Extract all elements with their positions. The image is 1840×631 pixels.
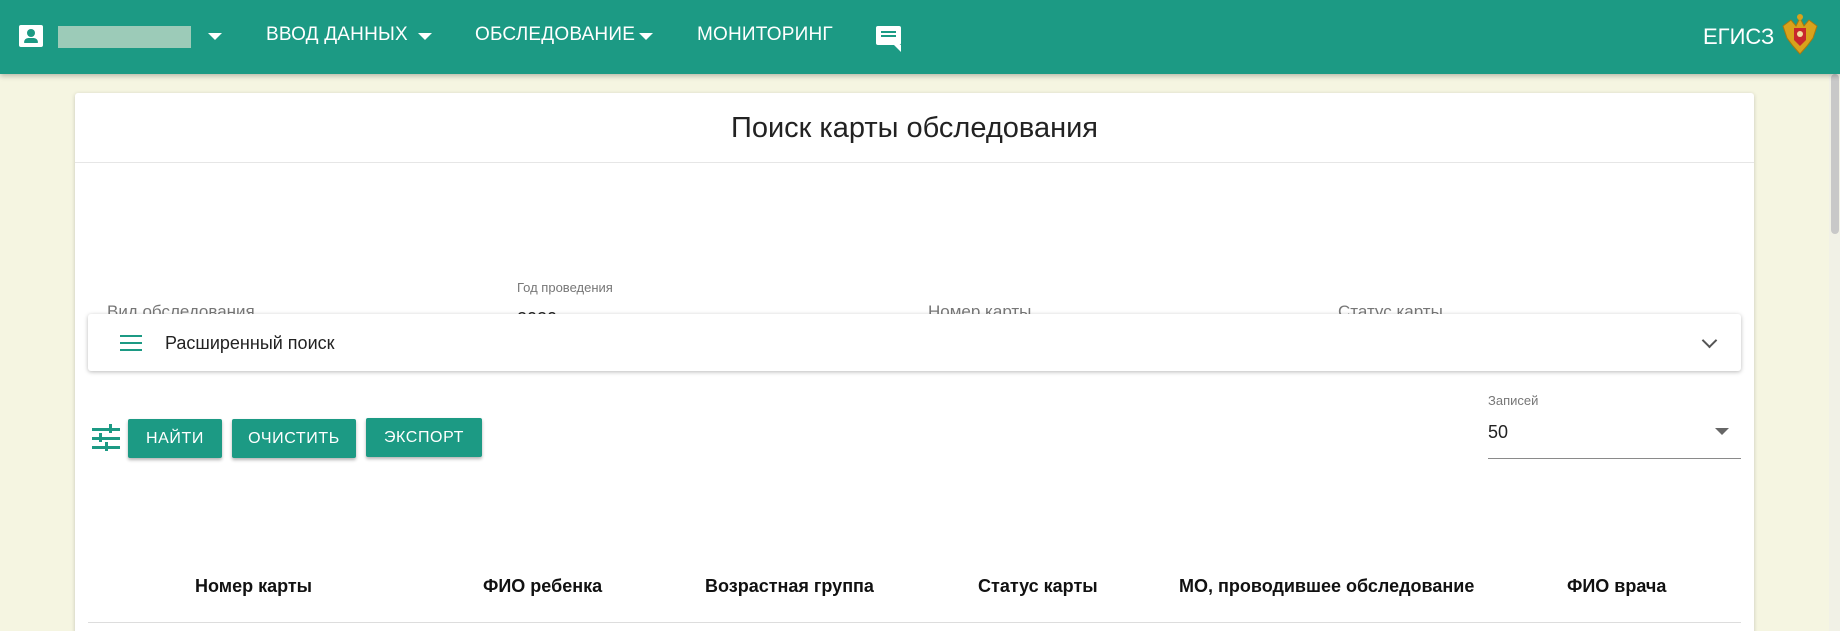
clear-button[interactable]: ОЧИСТИТЬ (232, 419, 356, 458)
user-name[interactable] (58, 26, 191, 48)
top-app-bar: ВВОД ДАННЫХ ОБСЛЕДОВАНИЕ МОНИТОРИНГ ЕГИС… (0, 0, 1840, 74)
data-entry-chevron-down-icon[interactable] (418, 33, 432, 40)
column-header-medical-org[interactable]: МО, проводившее обследование (1179, 576, 1474, 597)
column-header-age-group[interactable]: Возрастная группа (705, 576, 874, 597)
year-label: Год проведения (517, 280, 613, 295)
chat-icon[interactable] (876, 26, 901, 52)
records-value: 50 (1488, 422, 1509, 442)
expand-icon[interactable] (1701, 332, 1718, 349)
export-button[interactable]: ЭКСПОРТ (366, 418, 482, 457)
nav-examination[interactable]: ОБСЛЕДОВАНИЕ (475, 24, 635, 46)
card-header: Поиск карты обследования (75, 93, 1754, 163)
emblem-icon (1782, 14, 1818, 55)
page-title: Поиск карты обследования (730, 112, 1099, 144)
nav-monitoring[interactable]: МОНИТОРИНГ (697, 24, 833, 46)
records-label: Записей (1488, 393, 1539, 408)
find-button[interactable]: НАЙТИ (128, 419, 222, 458)
column-header-card-number[interactable]: Номер карты (195, 576, 312, 597)
column-header-doctor-name[interactable]: ФИО врача (1567, 576, 1666, 597)
search-card: Поиск карты обследования Вид обследовани… (75, 93, 1754, 631)
records-dropdown-icon (1715, 428, 1729, 435)
nav-data-entry[interactable]: ВВОД ДАННЫХ (266, 24, 408, 46)
brand-label: ЕГИСЗ (1703, 24, 1775, 49)
column-header-child-name[interactable]: ФИО ребенка (483, 576, 602, 597)
advanced-search-label: Расширенный поиск (165, 333, 335, 353)
records-per-page-select[interactable]: Записей 50 (1488, 393, 1741, 459)
table-header-divider (88, 622, 1741, 623)
scrollbar-thumb[interactable] (1831, 74, 1839, 234)
menu-icon (120, 335, 142, 351)
examination-chevron-down-icon[interactable] (639, 33, 653, 40)
column-header-card-status[interactable]: Статус карты (978, 576, 1098, 597)
advanced-search-panel[interactable]: Расширенный поиск (88, 314, 1741, 371)
account-box-icon[interactable] (19, 25, 43, 47)
user-menu-chevron-down-icon[interactable] (208, 33, 222, 40)
tune-icon[interactable] (92, 424, 120, 452)
